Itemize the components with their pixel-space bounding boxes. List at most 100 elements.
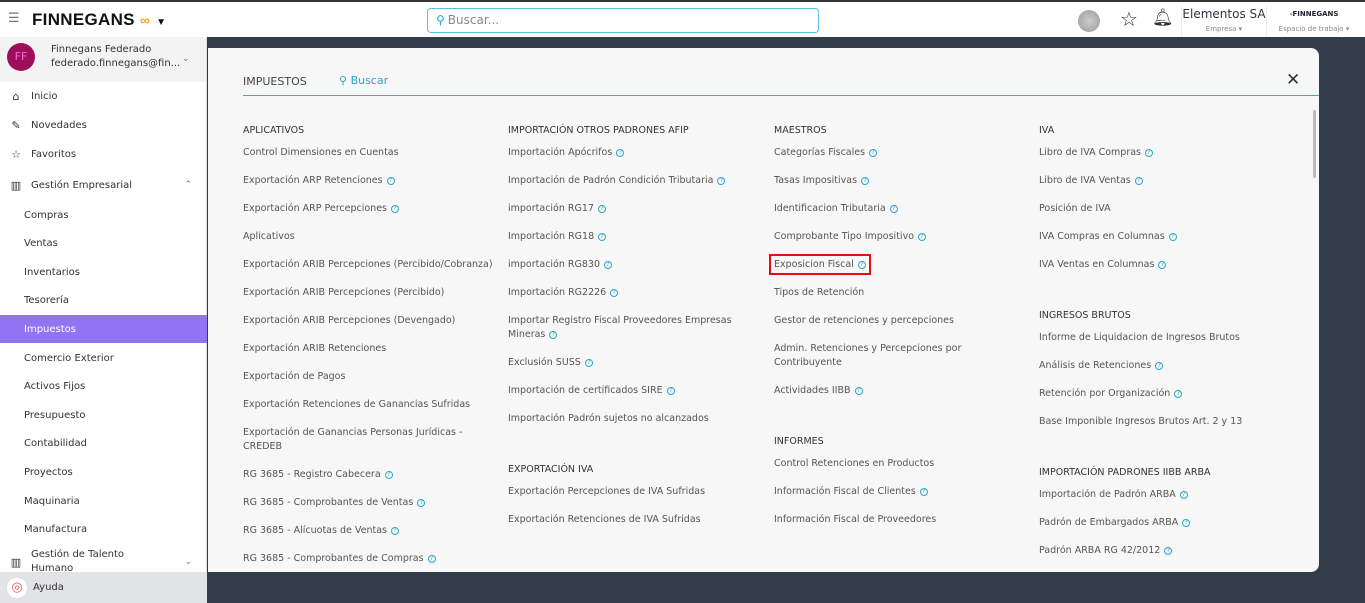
menu-item[interactable]: Información Fiscal de Proveedores (774, 513, 1029, 541)
help-circle-icon[interactable]: ? (717, 177, 726, 185)
menu-item[interactable]: Importación Apócrifos? (508, 146, 763, 174)
sidebar-subitem-tesorería[interactable]: Tesorería (0, 287, 207, 315)
help-circle-icon[interactable]: ? (869, 149, 878, 157)
menu-item[interactable]: Exclusión SUSS? (508, 356, 763, 384)
menu-item[interactable]: RG 3685 - Alícuotas de Ventas? (243, 524, 498, 552)
help-circle-icon[interactable]: ? (1174, 390, 1183, 398)
workspace-selector[interactable]: ‹FINNEGANS Espacio de trabajo ▾ (1268, 10, 1360, 33)
menu-item[interactable]: Importación de Padrón Condición Tributar… (508, 174, 763, 202)
menu-item[interactable]: Posición de IVA (1039, 202, 1294, 230)
help-circle-icon[interactable]: ? (889, 205, 898, 213)
menu-item[interactable]: Padrón ARBA RG 42/2012? (1039, 544, 1294, 572)
menu-item[interactable]: Exportación Percepciones de IVA Sufridas (508, 485, 763, 513)
menu-item[interactable]: Tasas Impositivas? (774, 174, 1029, 202)
menu-item[interactable]: Exportación ARIB Percepciones (Devengado… (243, 314, 498, 342)
menu-item[interactable]: importación RG17? (508, 202, 763, 230)
help-circle-icon[interactable]: ? (598, 233, 607, 241)
help-circle-icon[interactable]: ? (597, 205, 606, 213)
menu-item[interactable]: Categorías Fiscales? (774, 146, 1029, 174)
menu-item[interactable]: Importar Registro Fiscal Proveedores Emp… (508, 314, 763, 356)
menu-item[interactable]: Exposicion Fiscal? (769, 254, 1029, 286)
bell-icon[interactable]: 🔔︎ (1152, 8, 1174, 28)
help-circle-icon[interactable]: ? (1182, 519, 1191, 527)
menu-item[interactable]: Exportación ARIB Percepciones (Percibido… (243, 286, 498, 314)
sidebar-subitem-proyectos[interactable]: Proyectos (0, 458, 207, 486)
menu-item[interactable]: Tipos de Retención (774, 286, 1029, 314)
menu-item[interactable]: Importación RG18? (508, 230, 763, 258)
menu-item[interactable]: Informe de Liquidacion de Ingresos Bruto… (1039, 331, 1294, 359)
sidebar-subitem-activos-fijos[interactable]: Activos Fijos (0, 373, 207, 401)
help-circle-icon[interactable]: ? (1134, 177, 1143, 185)
sidebar-subitem-comercio-exterior[interactable]: Comercio Exterior (0, 344, 207, 372)
menu-item[interactable]: Padrón de Embargados ARBA? (1039, 516, 1294, 544)
menu-item[interactable]: Admin. Retenciones y Percepciones por Co… (774, 342, 1029, 384)
menu-item[interactable]: Exportación de Pagos (243, 370, 498, 398)
assistant-icon[interactable] (1078, 10, 1100, 32)
sidebar-subitem-contabilidad[interactable]: Contabilidad (0, 430, 207, 458)
help-button[interactable]: ◎ Ayuda (0, 572, 207, 603)
menu-item[interactable]: Importación de certificados SIRE? (508, 384, 763, 412)
sidebar-item-inicio[interactable]: ⌂ Inicio (0, 82, 207, 110)
help-circle-icon[interactable]: ? (857, 261, 866, 269)
help-circle-icon[interactable]: ? (1179, 491, 1188, 499)
menu-item[interactable]: Control Retenciones en Productos (774, 457, 1029, 485)
chevron-up-icon[interactable]: ⌃ (184, 180, 192, 190)
close-icon[interactable]: ✕ (1286, 70, 1300, 90)
star-icon[interactable]: ☆ (1120, 7, 1138, 31)
caret-down-icon[interactable]: ▼ (156, 17, 166, 28)
help-circle-icon[interactable]: ? (1145, 149, 1154, 157)
menu-item[interactable]: Exportación de Ganancias Personas Jurídi… (243, 426, 498, 468)
menu-item[interactable]: Libro de IVA Compras? (1039, 146, 1294, 174)
scrollbar[interactable] (1313, 110, 1316, 178)
menu-item[interactable]: Gestor de retenciones y percepciones (774, 314, 1029, 342)
user-card[interactable]: FF Finnegans Federado federado.finnegans… (0, 37, 206, 82)
help-circle-icon[interactable]: ? (861, 177, 870, 185)
help-circle-icon[interactable]: ? (854, 387, 863, 395)
chevron-down-icon[interactable]: ⌄ (182, 54, 190, 64)
help-circle-icon[interactable]: ? (1158, 261, 1167, 269)
menu-item[interactable]: importación RG830? (508, 258, 763, 286)
menu-item[interactable]: Retención por Organización? (1039, 387, 1294, 415)
menu-item[interactable]: Exportación ARP Percepciones? (243, 202, 498, 230)
help-circle-icon[interactable]: ? (616, 149, 625, 157)
brand-logo[interactable]: FINNEGANS ∞ ▼ (32, 10, 166, 30)
sidebar-item-novedades[interactable]: ✎ Novedades (0, 111, 207, 139)
menu-item[interactable]: RG 3685 - Comprobantes de Compras? (243, 552, 498, 572)
help-circle-icon[interactable]: ? (666, 387, 675, 395)
help-circle-icon[interactable]: ? (391, 527, 399, 535)
menu-item[interactable]: Importación de Padrón ARBA? (1039, 488, 1294, 516)
global-search-input[interactable]: ⚲ Buscar... (427, 8, 819, 33)
menu-item[interactable]: Información Fiscal de Clientes? (774, 485, 1029, 513)
menu-item[interactable]: Exportación ARIB Retenciones (243, 342, 498, 370)
sidebar-item-gestión-empresarial[interactable]: ▥ Gestión Empresarial ⌃ (0, 171, 207, 199)
company-selector[interactable]: Elementos SA Empresa ▾ (1182, 7, 1266, 33)
menu-item[interactable]: Identificacion Tributaria? (774, 202, 1029, 230)
sidebar-subitem-impuestos[interactable]: Impuestos (0, 315, 207, 344)
sidebar-subitem-manufactura[interactable]: Manufactura (0, 516, 207, 544)
help-circle-icon[interactable]: ? (549, 331, 558, 339)
panel-search-input[interactable]: ⚲ Buscar (339, 74, 388, 87)
menu-item[interactable]: IVA Compras en Columnas? (1039, 230, 1294, 258)
sidebar-subitem-maquinaria[interactable]: Maquinaria (0, 487, 207, 515)
menu-item[interactable]: Base Imponible Ingresos Brutos Art. 2 y … (1039, 415, 1294, 443)
menu-item[interactable]: Aplicativos (243, 230, 498, 258)
help-circle-icon[interactable]: ? (1164, 547, 1173, 555)
menu-item[interactable]: Actividades IIBB? (774, 384, 1029, 412)
menu-item[interactable]: Importación RG2226? (508, 286, 763, 314)
help-circle-icon[interactable]: ? (610, 289, 619, 297)
menu-item[interactable]: Libro de IVA Ventas? (1039, 174, 1294, 202)
help-circle-icon[interactable]: ? (1155, 362, 1164, 370)
sidebar-item-favoritos[interactable]: ☆ Favoritos (0, 140, 207, 168)
menu-item[interactable]: IVA Ventas en Columnas? (1039, 258, 1294, 286)
menu-item[interactable]: Análisis de Retenciones? (1039, 359, 1294, 387)
sidebar-subitem-compras[interactable]: Compras (0, 201, 207, 229)
help-circle-icon[interactable]: ? (918, 233, 926, 241)
menu-item[interactable]: Exportación ARIB Percepciones (Percibido… (243, 258, 498, 286)
sidebar-subitem-inventarios[interactable]: Inventarios (0, 258, 207, 286)
menu-item[interactable]: Exportación Retenciones de IVA Sufridas (508, 513, 763, 541)
help-circle-icon[interactable]: ? (427, 555, 436, 563)
menu-item[interactable]: Exportación ARP Retenciones? (243, 174, 498, 202)
menu-icon[interactable]: ☰ (8, 11, 20, 26)
help-circle-icon[interactable]: ? (417, 499, 426, 507)
help-circle-icon[interactable]: ? (386, 177, 395, 185)
